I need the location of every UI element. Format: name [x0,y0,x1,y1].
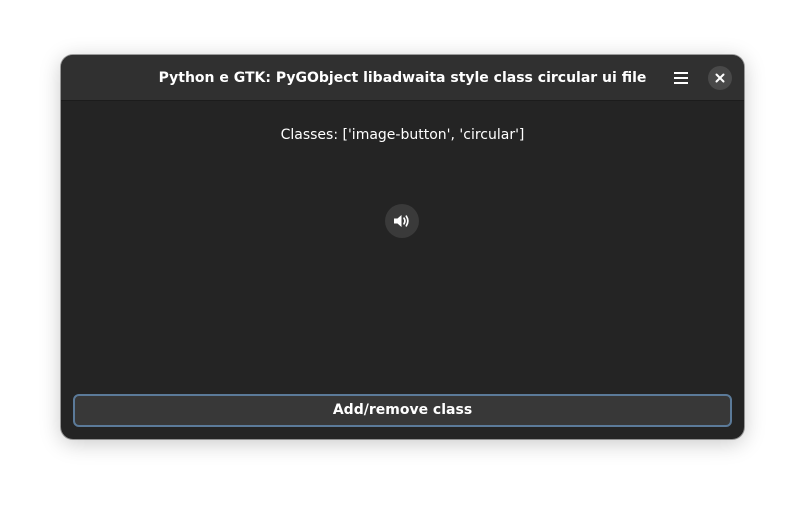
classes-label: Classes: ['image-button', 'circular'] [280,127,525,143]
close-icon [715,73,725,83]
content-area: Classes: ['image-button', 'circular'] Ad… [61,101,744,439]
open-menu-icon [674,72,688,84]
circular-volume-button[interactable] [385,204,419,238]
app-window: Python e GTK: PyGObject libadwaita style… [61,55,744,439]
add-remove-class-button[interactable]: Add/remove class [73,394,732,427]
audio-volume-high-icon [394,215,409,227]
close-button[interactable] [708,66,732,90]
header-bar: Python e GTK: PyGObject libadwaita style… [61,55,744,101]
window-title: Python e GTK: PyGObject libadwaita style… [158,70,647,86]
main-menu-button[interactable] [666,63,696,93]
